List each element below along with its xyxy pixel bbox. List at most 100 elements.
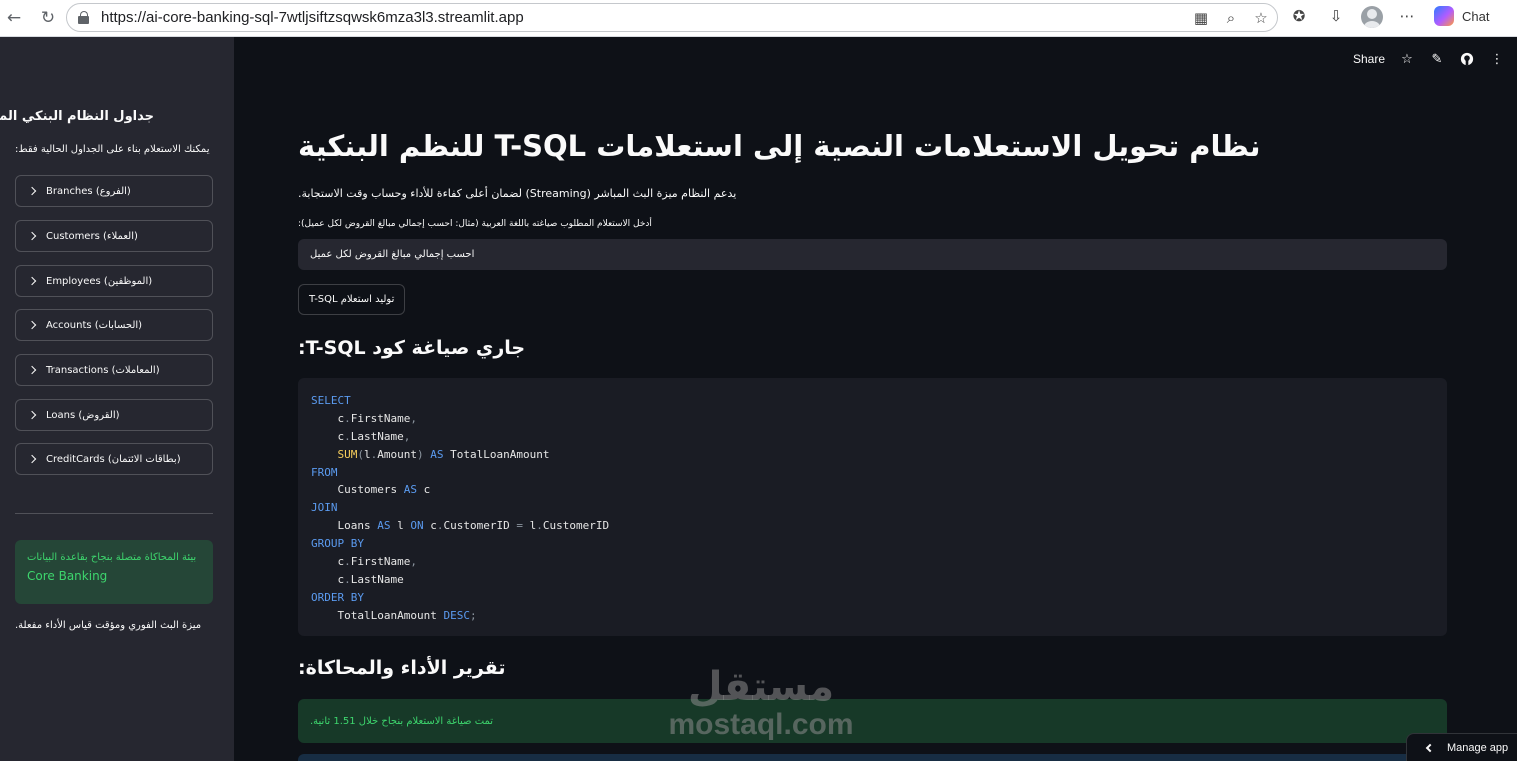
code-token: (: [357, 447, 364, 461]
zoom-icon[interactable]: ⌕: [1221, 8, 1241, 28]
back-arrow-icon[interactable]: ←: [2, 6, 26, 30]
copilot-icon: [1434, 6, 1454, 26]
expander-accounts[interactable]: Accounts (الحسابات): [15, 309, 213, 341]
code-token: LastName: [350, 429, 404, 443]
query-input[interactable]: [298, 239, 1447, 270]
code-line: c.LastName,: [311, 428, 1434, 446]
connection-success-alert: بيئة المحاكاة متصلة بنجاح بقاعدة البيانا…: [15, 540, 213, 604]
code-token: .: [344, 555, 351, 569]
code-token: c: [311, 555, 345, 569]
chevron-right-icon: [27, 454, 37, 464]
sidebar-divider: [15, 513, 213, 514]
expander-creditcards[interactable]: CreditCards (بطاقات الائتمان): [15, 443, 213, 475]
sidebar-subtitle: يمكنك الاستعلام بناء على الجداول الحالية…: [15, 144, 210, 155]
code-token: ;: [469, 608, 477, 622]
code-token: SUM: [337, 447, 358, 461]
code-token: AS: [403, 483, 417, 497]
code-token: DESC: [443, 608, 470, 622]
info-alert: [298, 754, 1447, 761]
sidebar-title: جداول النظام البنكي المتاحة: [0, 109, 154, 124]
code-token: l: [364, 447, 371, 461]
page-description: يدعم النظام ميزة البث المباشر (Streaming…: [298, 187, 737, 200]
code-token: l: [522, 519, 537, 533]
code-token: ,: [403, 429, 411, 443]
generate-tsql-button[interactable]: توليد استعلام T-SQL: [298, 284, 406, 315]
code-line: JOIN: [311, 499, 1434, 517]
code-token: c: [416, 483, 431, 497]
code-token: TotalLoanAmount: [311, 608, 444, 622]
favorite-star-icon[interactable]: ☆: [1251, 8, 1271, 28]
success-system-name: Core Banking: [27, 569, 108, 583]
copilot-chat-button[interactable]: Chat: [1434, 6, 1489, 26]
share-button[interactable]: Share: [1353, 52, 1385, 66]
edit-pencil-icon[interactable]: ✎: [1429, 51, 1445, 67]
sql-code-block[interactable]: SELECT c.FirstName, c.LastName, SUM(l.Am…: [298, 378, 1447, 636]
code-token: c: [423, 519, 437, 533]
code-line: Loans AS l ON c.CustomerID = l.CustomerI…: [311, 517, 1434, 535]
code-line: Customers AS c: [311, 481, 1434, 499]
code-token: c: [311, 572, 345, 586]
code-line: FROM: [311, 464, 1434, 482]
download-icon[interactable]: ⇩: [1326, 6, 1346, 26]
chevron-right-icon: [27, 365, 37, 375]
code-token: .: [536, 519, 543, 533]
expander-customers[interactable]: Customers (العملاء): [15, 220, 213, 252]
favorites-list-icon[interactable]: ✪: [1289, 6, 1309, 26]
code-token: ,: [410, 411, 417, 425]
manage-app-button[interactable]: Manage app: [1406, 733, 1517, 761]
code-token: ,: [410, 555, 417, 569]
chevron-left-icon: [1425, 743, 1435, 752]
code-line: SELECT: [311, 392, 1434, 410]
expander-transactions[interactable]: Transactions (المعاملات): [15, 354, 213, 386]
chevron-right-icon: [27, 320, 37, 330]
code-token: FROM: [311, 465, 338, 479]
code-token: JOIN: [311, 501, 338, 515]
code-token: l: [390, 519, 411, 533]
code-heading: جاري صياغة كود T-SQL:: [298, 337, 526, 359]
chevron-right-icon: [27, 276, 37, 286]
code-token: c: [311, 429, 345, 443]
code-line: SUM(l.Amount) AS TotalLoanAmount: [311, 446, 1434, 464]
github-icon[interactable]: [1459, 51, 1475, 67]
expander-label: Accounts (الحسابات): [46, 319, 143, 331]
expander-branches[interactable]: Branches (الفروع): [15, 175, 213, 207]
kebab-menu-icon[interactable]: ⋮: [1489, 51, 1505, 67]
report-message: تمت صياغة الاستعلام بنجاح خلال 1.51 ثاني…: [310, 715, 494, 727]
code-token: c: [311, 411, 345, 425]
code-token: FirstName: [350, 411, 411, 425]
code-line: c.FirstName,: [311, 553, 1434, 571]
main-content: Share ☆ ✎ ⋮ نظام تحويل الاستعلامات النصي…: [234, 37, 1517, 761]
code-line: GROUP BY: [311, 535, 1434, 553]
sidebar-footer-note: ميزة البث الفوري ومؤقت قياس الأداء مفعلة…: [15, 620, 202, 631]
more-options-icon[interactable]: ⋯: [1397, 6, 1417, 26]
app-grid-icon[interactable]: ▦: [1191, 8, 1211, 28]
manage-app-label: Manage app: [1447, 741, 1509, 754]
code-line: ORDER BY: [311, 589, 1434, 607]
star-icon[interactable]: ☆: [1399, 51, 1415, 67]
report-heading: تقرير الأداء والمحاكاة:: [298, 657, 506, 679]
expander-label: CreditCards (بطاقات الائتمان): [46, 453, 181, 465]
code-token: ORDER BY: [311, 590, 364, 604]
reload-icon[interactable]: ↻: [36, 6, 60, 30]
code-token: TotalLoanAmount: [443, 447, 550, 461]
code-line: TotalLoanAmount DESC;: [311, 607, 1434, 625]
code-token: FirstName: [350, 555, 411, 569]
code-token: ): [417, 447, 424, 461]
profile-avatar[interactable]: [1361, 6, 1383, 28]
code-token: =: [516, 519, 523, 533]
code-token: AS: [430, 447, 444, 461]
sidebar: جداول النظام البنكي المتاحة يمكنك الاستع…: [0, 37, 234, 761]
address-bar[interactable]: https://ai-core-banking-sql-7wtljsiftzsq…: [66, 3, 1278, 32]
chevron-right-icon: [27, 231, 37, 241]
expander-label: Transactions (المعاملات): [46, 364, 160, 376]
code-token: CustomerID: [542, 519, 610, 533]
expander-loans[interactable]: Loans (القروض): [15, 399, 213, 431]
lock-icon[interactable]: [78, 11, 90, 24]
code-line: c.FirstName,: [311, 410, 1434, 428]
code-line: c.LastName: [311, 571, 1434, 589]
success-message: بيئة المحاكاة متصلة بنجاح بقاعدة البيانا…: [27, 552, 197, 563]
expander-employees[interactable]: Employees (الموظفين): [15, 265, 213, 297]
code-token: SELECT: [311, 394, 351, 407]
expander-label: Loans (القروض): [46, 409, 120, 421]
code-token: .: [344, 572, 351, 586]
